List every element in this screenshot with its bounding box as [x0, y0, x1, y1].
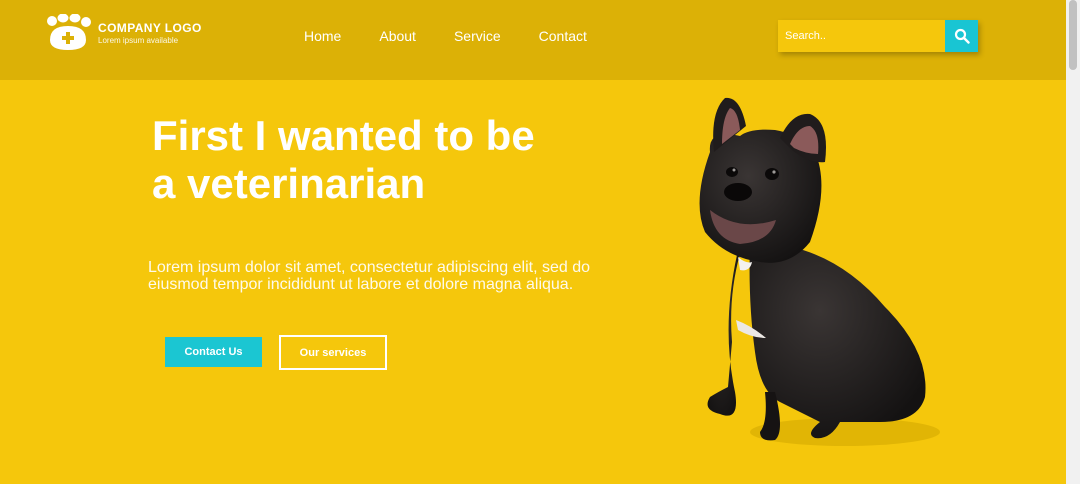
hero-title: First I wanted to be a veterinarian: [152, 112, 612, 208]
hero-title-line1: First I wanted to be: [152, 112, 535, 159]
logo-tagline: Lorem ipsum available: [98, 36, 179, 45]
search-button[interactable]: [945, 20, 978, 52]
contact-us-button[interactable]: Contact Us: [165, 337, 262, 367]
logo-title: COMPANY LOGO: [98, 21, 202, 35]
nav-item-contact[interactable]: Contact: [539, 28, 587, 44]
search-input[interactable]: [778, 20, 945, 52]
search-bar: [778, 20, 978, 52]
search-icon: [954, 28, 970, 44]
site-header: COMPANY LOGO Lorem ipsum available Home …: [0, 0, 1066, 80]
scrollbar-thumb[interactable]: [1069, 0, 1077, 70]
main-nav: Home About Service Contact: [304, 28, 625, 44]
french-bulldog-image: [699, 97, 940, 446]
nav-item-about[interactable]: About: [379, 28, 416, 44]
nav-item-home[interactable]: Home: [304, 28, 341, 44]
hero-title-line2: a veterinarian: [152, 160, 426, 207]
hero-description: Lorem ipsum dolor sit amet, consectetur …: [148, 259, 590, 293]
paw-icon: [47, 14, 91, 50]
page-scrollbar[interactable]: [1066, 0, 1080, 484]
our-services-button[interactable]: Our services: [279, 335, 387, 370]
nav-item-service[interactable]: Service: [454, 28, 501, 44]
company-logo[interactable]: COMPANY LOGO Lorem ipsum available: [44, 14, 202, 52]
